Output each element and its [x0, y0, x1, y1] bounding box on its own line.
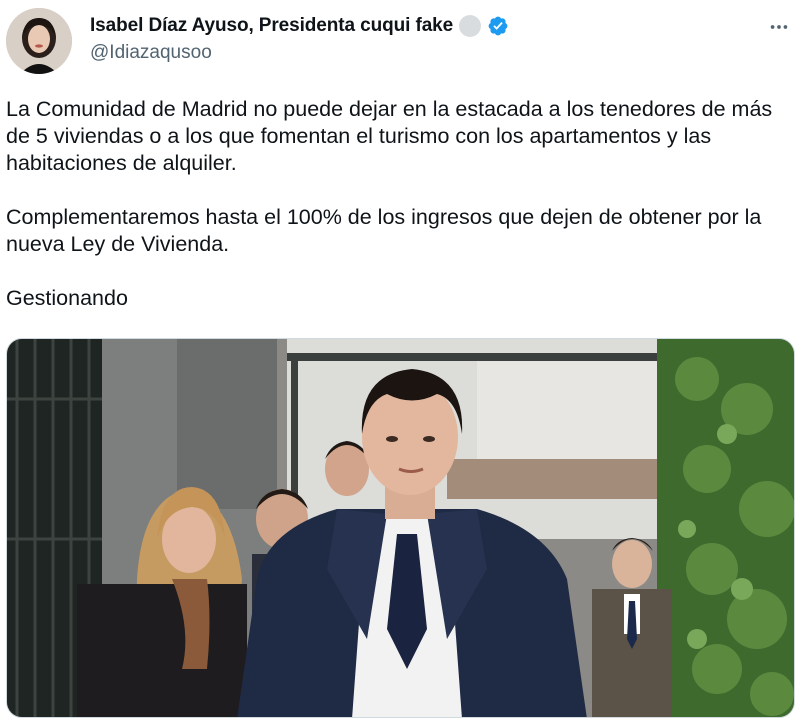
avatar-photo-icon [6, 8, 72, 74]
author-avatar[interactable] [6, 8, 72, 74]
more-options-icon [770, 25, 788, 29]
author-name-row: Isabel Díaz Ayuso, Presidenta cuqui fake [90, 13, 509, 39]
tweet-card: Isabel Díaz Ayuso, Presidenta cuqui fake… [0, 0, 802, 723]
tweet-paragraph: Gestionando [6, 286, 128, 310]
tweet-paragraph: Complementaremos hasta el 100% de los in… [6, 205, 762, 256]
verified-badge-icon [488, 16, 508, 36]
tweet-text: La Comunidad de Madrid no puede dejar en… [6, 96, 796, 312]
tweet-paragraph: La Comunidad de Madrid no puede dejar en… [6, 97, 773, 175]
tweet-media-photo[interactable] [6, 338, 795, 718]
author-handle[interactable]: @Idiazaqusoo [90, 42, 212, 64]
affiliation-badge-icon [459, 15, 482, 37]
photo-of-people-walking-icon [7, 339, 794, 717]
author-display-name[interactable]: Isabel Díaz Ayuso, Presidenta cuqui fake [90, 15, 453, 37]
more-options-button[interactable] [766, 14, 792, 40]
